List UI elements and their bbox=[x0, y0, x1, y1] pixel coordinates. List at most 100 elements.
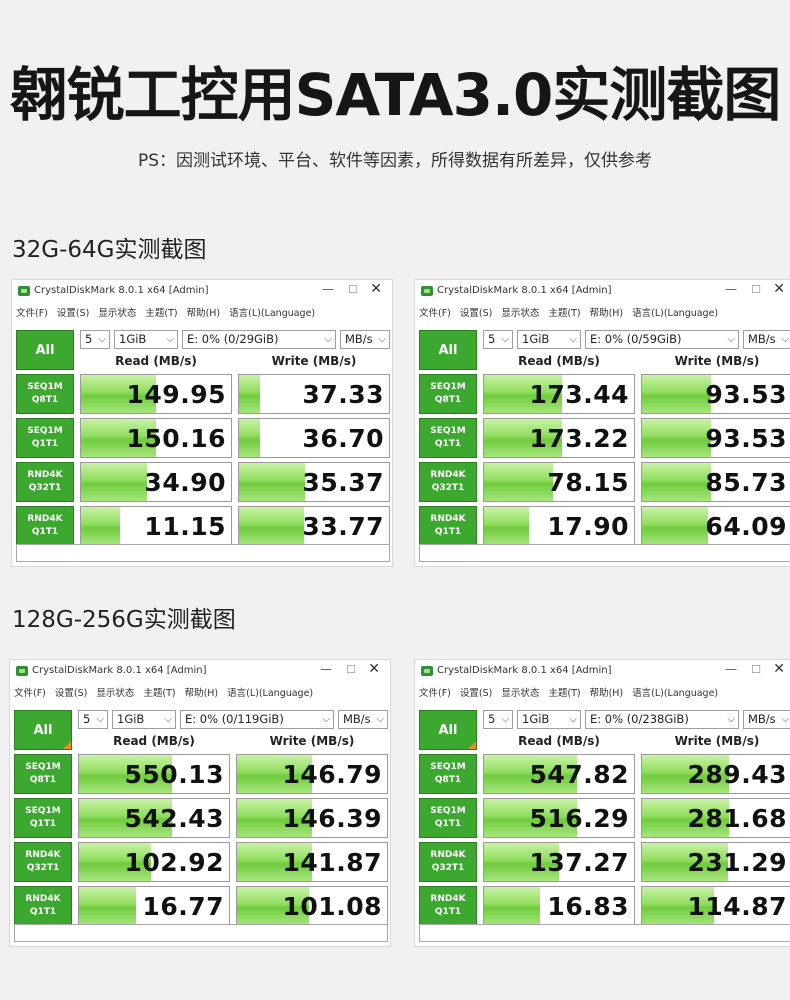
close-icon[interactable]: ✕ bbox=[773, 281, 785, 297]
read-result-cell: 137.27 bbox=[483, 842, 635, 882]
drive-select[interactable]: E: 0% (0/238GiB) ⌵ bbox=[585, 710, 739, 729]
title-bar[interactable]: CrystalDiskMark 8.0.1 x64 [Admin] — ☐ ✕ bbox=[415, 660, 790, 682]
minimize-icon[interactable]: — bbox=[725, 282, 737, 296]
test-row-button[interactable]: RND4K Q1T1 bbox=[419, 886, 477, 926]
menu-item[interactable]: 语言(L)(Language) bbox=[632, 308, 718, 319]
test-row-button[interactable]: RND4K Q1T1 bbox=[14, 886, 72, 926]
test-params: Q32T1 bbox=[26, 863, 60, 873]
read-result-cell: 150.16 bbox=[80, 418, 232, 458]
title-bar[interactable]: CrystalDiskMark 8.0.1 x64 [Admin] — ☐ ✕ bbox=[12, 280, 392, 302]
menu-item[interactable]: 语言(L)(Language) bbox=[229, 308, 315, 319]
close-icon[interactable]: ✕ bbox=[370, 281, 382, 297]
comment-field[interactable] bbox=[14, 924, 388, 942]
test-row-button[interactable]: SEQ1M Q1T1 bbox=[14, 798, 72, 838]
all-button[interactable]: All bbox=[419, 330, 477, 370]
test-row-button[interactable]: SEQ1M Q8T1 bbox=[16, 374, 74, 414]
test-count-select[interactable]: 5 ⌵ bbox=[78, 710, 108, 729]
write-value: 146.39 bbox=[282, 804, 382, 833]
read-value: 11.15 bbox=[144, 512, 226, 541]
write-value: 289.43 bbox=[687, 760, 787, 789]
write-bar bbox=[642, 507, 708, 545]
write-result-cell: 114.87 bbox=[641, 886, 790, 926]
menu-item[interactable]: 设置(S) bbox=[460, 688, 492, 699]
menu-item[interactable]: 显示状态 bbox=[96, 688, 134, 699]
menu-item[interactable]: 设置(S) bbox=[55, 688, 87, 699]
maximize-icon[interactable]: ☐ bbox=[751, 663, 761, 676]
read-column-header: Read (MB/s) bbox=[518, 734, 600, 748]
comment-field[interactable] bbox=[419, 544, 790, 562]
minimize-icon[interactable]: — bbox=[322, 282, 334, 296]
menu-item[interactable]: 主题(T) bbox=[548, 688, 580, 699]
menu-item[interactable]: 语言(L)(Language) bbox=[632, 688, 718, 699]
menu-item[interactable]: 显示状态 bbox=[501, 688, 539, 699]
test-count-select[interactable]: 5 ⌵ bbox=[483, 330, 513, 349]
menu-item[interactable]: 帮助(H) bbox=[185, 688, 219, 699]
maximize-icon[interactable]: ☐ bbox=[346, 663, 356, 676]
test-size-select[interactable]: 1GiB ⌵ bbox=[517, 710, 581, 729]
menu-item[interactable]: 显示状态 bbox=[98, 308, 136, 319]
title-bar[interactable]: CrystalDiskMark 8.0.1 x64 [Admin] — ☐ ✕ bbox=[10, 660, 390, 682]
drive-select[interactable]: E: 0% (0/29GiB) ⌵ bbox=[182, 330, 336, 349]
unit-select[interactable]: MB/s ⌵ bbox=[743, 710, 790, 729]
test-row-button[interactable]: SEQ1M Q8T1 bbox=[14, 754, 72, 794]
close-icon[interactable]: ✕ bbox=[368, 661, 380, 677]
unit-select[interactable]: MB/s ⌵ bbox=[340, 330, 390, 349]
test-size-select[interactable]: 1GiB ⌵ bbox=[112, 710, 176, 729]
menu-item[interactable]: 帮助(H) bbox=[590, 688, 624, 699]
test-row-button[interactable]: SEQ1M Q8T1 bbox=[419, 374, 477, 414]
drive-select[interactable]: E: 0% (0/59GiB) ⌵ bbox=[585, 330, 739, 349]
minimize-icon[interactable]: — bbox=[725, 662, 737, 676]
maximize-icon[interactable]: ☐ bbox=[751, 283, 761, 296]
menu-item[interactable]: 主题(T) bbox=[145, 308, 177, 319]
menu-item[interactable]: 主题(T) bbox=[143, 688, 175, 699]
all-button[interactable]: All bbox=[16, 330, 74, 370]
test-row-button[interactable]: RND4K Q1T1 bbox=[16, 506, 74, 546]
test-params: Q8T1 bbox=[29, 775, 57, 785]
close-icon[interactable]: ✕ bbox=[773, 661, 785, 677]
all-button[interactable]: All bbox=[14, 710, 72, 750]
maximize-icon[interactable]: ☐ bbox=[348, 283, 358, 296]
test-params: Q32T1 bbox=[431, 863, 465, 873]
test-row-button[interactable]: SEQ1M Q8T1 bbox=[419, 754, 477, 794]
test-row-button[interactable]: RND4K Q32T1 bbox=[419, 462, 477, 502]
test-row-button[interactable]: SEQ1M Q1T1 bbox=[419, 418, 477, 458]
test-name: RND4K bbox=[27, 470, 63, 480]
test-row-button[interactable]: RND4K Q32T1 bbox=[16, 462, 74, 502]
title-bar[interactable]: CrystalDiskMark 8.0.1 x64 [Admin] — ☐ ✕ bbox=[415, 280, 790, 302]
test-count-select[interactable]: 5 ⌵ bbox=[80, 330, 110, 349]
menu-item[interactable]: 设置(S) bbox=[57, 308, 89, 319]
chevron-down-icon: ⌵ bbox=[376, 714, 384, 725]
menu-item[interactable]: 文件(F) bbox=[419, 688, 451, 699]
menu-item[interactable]: 文件(F) bbox=[16, 308, 48, 319]
test-row-button[interactable]: SEQ1M Q1T1 bbox=[16, 418, 74, 458]
write-result-cell: 33.77 bbox=[238, 506, 390, 546]
write-column-header: Write (MB/s) bbox=[269, 734, 355, 748]
test-size-select[interactable]: 1GiB ⌵ bbox=[517, 330, 581, 349]
test-size-select[interactable]: 1GiB ⌵ bbox=[114, 330, 178, 349]
menu-item[interactable]: 文件(F) bbox=[14, 688, 46, 699]
menu-item[interactable]: 主题(T) bbox=[548, 308, 580, 319]
test-row-button[interactable]: RND4K Q32T1 bbox=[419, 842, 477, 882]
test-count-select[interactable]: 5 ⌵ bbox=[483, 710, 513, 729]
chevron-down-icon: ⌵ bbox=[324, 334, 332, 345]
all-button[interactable]: All bbox=[419, 710, 477, 750]
write-value: 281.68 bbox=[687, 804, 787, 833]
menu-item[interactable]: 语言(L)(Language) bbox=[227, 688, 313, 699]
menu-item[interactable]: 文件(F) bbox=[419, 308, 451, 319]
read-column-header: Read (MB/s) bbox=[113, 734, 195, 748]
test-row-button[interactable]: RND4K Q1T1 bbox=[419, 506, 477, 546]
minimize-icon[interactable]: — bbox=[320, 662, 332, 676]
menu-item[interactable]: 帮助(H) bbox=[187, 308, 221, 319]
unit-select[interactable]: MB/s ⌵ bbox=[338, 710, 388, 729]
menu-item[interactable]: 设置(S) bbox=[460, 308, 492, 319]
comment-field[interactable] bbox=[16, 544, 390, 562]
menu-item[interactable]: 帮助(H) bbox=[590, 308, 624, 319]
menu-item[interactable]: 显示状态 bbox=[501, 308, 539, 319]
comment-field[interactable] bbox=[419, 924, 790, 942]
test-row-button[interactable]: SEQ1M Q1T1 bbox=[419, 798, 477, 838]
read-result-cell: 542.43 bbox=[78, 798, 230, 838]
drive-select[interactable]: E: 0% (0/119GiB) ⌵ bbox=[180, 710, 334, 729]
test-row-button[interactable]: RND4K Q32T1 bbox=[14, 842, 72, 882]
unit-select[interactable]: MB/s ⌵ bbox=[743, 330, 790, 349]
test-name: RND4K bbox=[430, 514, 466, 524]
